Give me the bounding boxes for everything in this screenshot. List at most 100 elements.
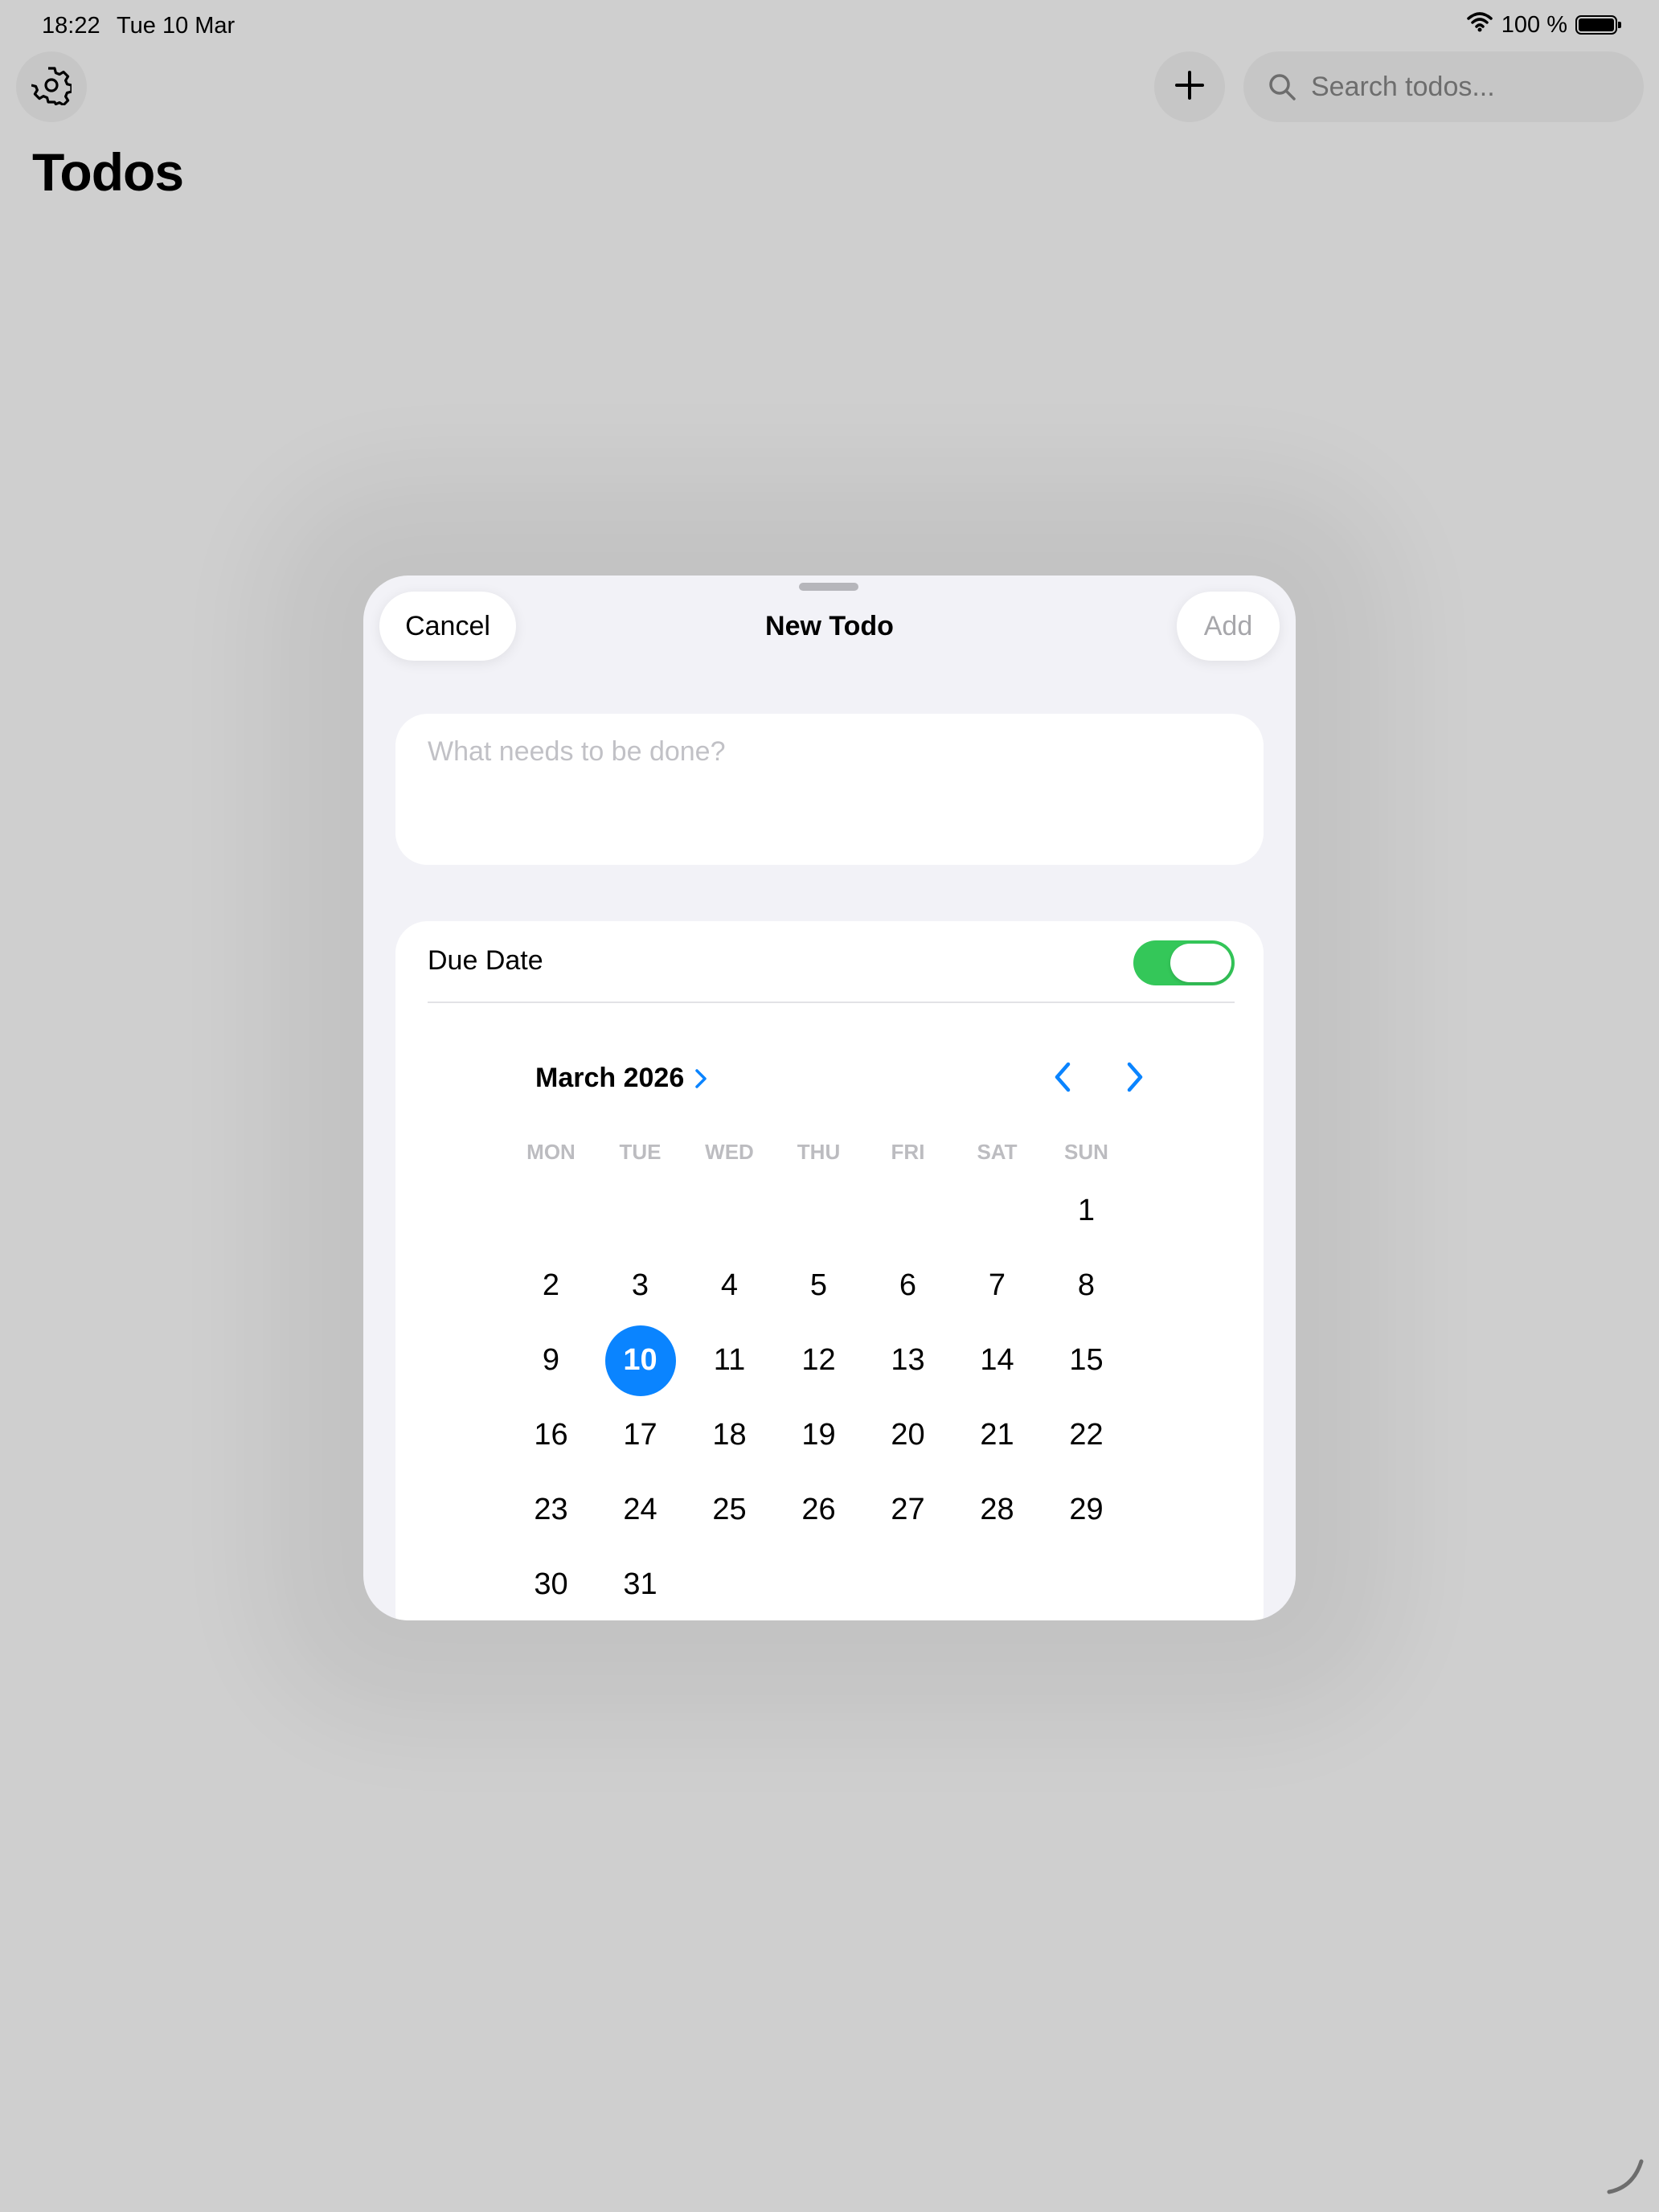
calendar-day[interactable]: 7 (952, 1248, 1042, 1323)
calendar-day-label: 7 (988, 1268, 1006, 1302)
calendar-day-label: 10 (604, 1325, 676, 1396)
calendar-day[interactable]: 31 (596, 1547, 685, 1620)
status-right: 100 % (1466, 11, 1621, 39)
calendar-day-label: 9 (542, 1343, 560, 1377)
calendar-day-label: 23 (534, 1493, 568, 1526)
calendar-day-label: 14 (980, 1343, 1014, 1377)
calendar-day[interactable]: 11 (685, 1323, 774, 1398)
weekday-thu: THU (797, 1140, 841, 1164)
chevron-right-icon (694, 1067, 708, 1090)
calendar-day-label: 2 (542, 1268, 560, 1302)
add-button[interactable]: Add (1177, 592, 1280, 661)
wifi-icon (1466, 11, 1493, 39)
calendar-day[interactable]: 16 (506, 1398, 596, 1473)
calendar-day[interactable]: 30 (506, 1547, 596, 1620)
calendar-day[interactable]: 14 (952, 1323, 1042, 1398)
calendar-day[interactable]: 9 (506, 1323, 596, 1398)
calendar-day-label: 26 (801, 1493, 836, 1526)
calendar-day[interactable]: 18 (685, 1398, 774, 1473)
weekday-sat: SAT (977, 1140, 1018, 1164)
calendar-day-label: 22 (1069, 1418, 1104, 1452)
month-label: March 2026 (535, 1063, 685, 1093)
calendar-day-label: 28 (980, 1493, 1014, 1526)
search-icon (1268, 72, 1296, 101)
month-year-selector[interactable]: March 2026 (535, 1063, 708, 1094)
calendar-day-label: 13 (891, 1343, 925, 1377)
calendar-day-label: 1 (1077, 1194, 1096, 1227)
scroll-indicator-icon (1603, 2152, 1651, 2204)
calendar-day-label: 11 (713, 1343, 746, 1377)
toggle-knob (1170, 944, 1231, 982)
calendar-day-label: 27 (891, 1493, 925, 1526)
divider (428, 1002, 1235, 1003)
calendar-day[interactable]: 12 (774, 1323, 863, 1398)
settings-button[interactable] (16, 51, 87, 122)
calendar-day[interactable]: 19 (774, 1398, 863, 1473)
calendar-day-label: 5 (809, 1268, 828, 1302)
calendar-day[interactable]: 24 (596, 1473, 685, 1547)
previous-month-button[interactable] (1043, 1058, 1082, 1096)
calendar-day[interactable]: 29 (1042, 1473, 1131, 1547)
todo-text-input[interactable] (428, 736, 1231, 768)
calendar-day-label: 19 (801, 1418, 836, 1452)
sheet-title: New Todo (765, 611, 894, 641)
calendar-day[interactable]: 6 (863, 1248, 952, 1323)
calendar-day-label: 8 (1077, 1268, 1096, 1302)
calendar-day[interactable]: 1 (1042, 1174, 1131, 1248)
calendar-day[interactable]: 27 (863, 1473, 952, 1547)
calendar-day[interactable]: 26 (774, 1473, 863, 1547)
new-todo-sheet: Cancel New Todo Add Due Date March 2026 (363, 576, 1296, 1620)
calendar-day-label: 15 (1069, 1343, 1104, 1377)
weekday-fri: FRI (891, 1140, 925, 1164)
calendar-day-label: 31 (623, 1567, 657, 1601)
due-date-label: Due Date (428, 945, 543, 976)
battery-percent: 100 % (1501, 11, 1567, 38)
calendar-day-label: 4 (720, 1268, 739, 1302)
calendar-day-label: 25 (712, 1493, 747, 1526)
calendar-days-grid: 1 2 3 4 5 6 7 8 9 10 11 12 13 14 15 16 17 18 19 20 21 22 23 24 2… (506, 1174, 1133, 1620)
next-month-button[interactable] (1116, 1058, 1154, 1096)
calendar-day[interactable]: 4 (685, 1248, 774, 1323)
calendar-day[interactable]: 15 (1042, 1323, 1131, 1398)
chevron-right-icon (1124, 1061, 1145, 1093)
battery-icon (1575, 15, 1621, 35)
calendar-day[interactable]: 21 (952, 1398, 1042, 1473)
todo-text-card (395, 714, 1264, 865)
weekday-mon: MON (526, 1140, 576, 1164)
calendar-day[interactable]: 25 (685, 1473, 774, 1547)
calendar-day[interactable]: 3 (596, 1248, 685, 1323)
search-input[interactable]: Search todos... (1311, 72, 1495, 103)
due-date-toggle[interactable] (1133, 940, 1235, 985)
calendar-day-label: 3 (631, 1268, 649, 1302)
calendar-day-label: 17 (623, 1418, 657, 1452)
calendar-day[interactable]: 13 (863, 1323, 952, 1398)
calendar-day-selected[interactable]: 10 (596, 1323, 685, 1398)
calendar-day-label: 16 (534, 1418, 568, 1452)
search-field[interactable]: Search todos... (1243, 51, 1644, 122)
calendar-day[interactable]: 2 (506, 1248, 596, 1323)
weekday-sun: SUN (1064, 1140, 1108, 1164)
add-todo-button[interactable] (1154, 51, 1225, 122)
calendar-day[interactable]: 23 (506, 1473, 596, 1547)
weekday-header: MON TUE WED THU FRI SAT SUN (506, 1140, 1133, 1165)
calendar-day-label: 20 (891, 1418, 925, 1452)
status-time: 18:22 (42, 13, 100, 39)
status-date: Tue 10 Mar (117, 13, 236, 39)
calendar-day[interactable]: 8 (1042, 1248, 1131, 1323)
calendar-day[interactable]: 28 (952, 1473, 1042, 1547)
status-bar: 18:22 Tue 10 Mar 100 % (0, 0, 1659, 51)
page-title: Todos (32, 142, 184, 202)
calendar-day[interactable]: 17 (596, 1398, 685, 1473)
calendar-day[interactable]: 5 (774, 1248, 863, 1323)
calendar-day-label: 24 (623, 1493, 657, 1526)
add-label: Add (1203, 610, 1253, 641)
calendar-day[interactable]: 22 (1042, 1398, 1131, 1473)
calendar-day-label: 30 (534, 1567, 568, 1601)
due-date-card: Due Date March 2026 MON TUE WED THU FRI … (395, 921, 1264, 1620)
calendar-day[interactable]: 20 (863, 1398, 952, 1473)
calendar-day-label: 21 (980, 1418, 1014, 1452)
calendar-day-label: 6 (899, 1268, 917, 1302)
sheet-grabber[interactable] (799, 583, 858, 591)
gear-icon (31, 65, 73, 109)
weekday-wed: WED (705, 1140, 754, 1164)
